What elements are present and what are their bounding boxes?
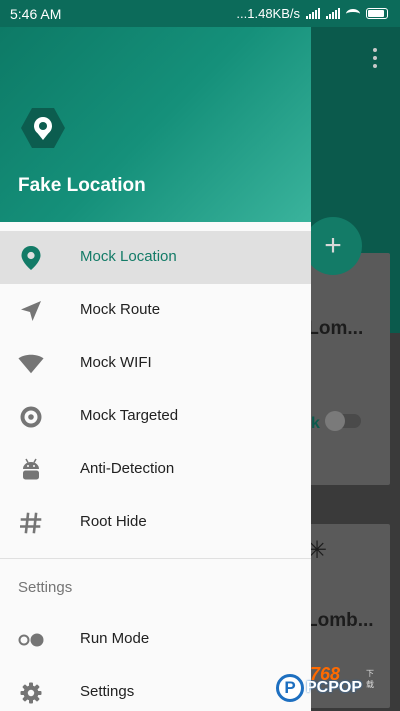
android-icon bbox=[18, 458, 44, 482]
background-card-title: Lomb... bbox=[306, 610, 374, 631]
nav-item-label: Settings bbox=[80, 683, 135, 700]
hash-icon bbox=[18, 511, 44, 535]
nav-item-label: Mock Route bbox=[80, 301, 161, 318]
wifi-icon bbox=[18, 352, 44, 376]
target-icon bbox=[18, 405, 44, 429]
status-time: 5:46 AM bbox=[10, 5, 62, 22]
nav-item-mock-location[interactable]: Mock Location bbox=[0, 231, 311, 284]
battery-icon bbox=[366, 8, 388, 19]
battery-fill bbox=[368, 10, 385, 17]
section-divider bbox=[0, 558, 311, 559]
wifi-status-icon bbox=[346, 8, 360, 19]
watermark-logo: P bbox=[276, 674, 304, 702]
location-pin-icon bbox=[18, 246, 44, 270]
nav-item-anti-detection[interactable]: Anti-Detection bbox=[0, 443, 311, 496]
add-fab-button[interactable]: + bbox=[304, 217, 362, 275]
status-bar: 5:46 AM ...1.48KB/s bbox=[0, 0, 400, 27]
nav-item-mock-route[interactable]: Mock Route bbox=[0, 284, 311, 337]
background-card-title: .Lom... bbox=[302, 318, 364, 339]
status-indicators: ...1.48KB/s bbox=[236, 6, 388, 21]
nav-item-run-mode[interactable]: Run Mode bbox=[0, 613, 311, 666]
app-logo-icon bbox=[21, 108, 65, 148]
nav-item-mock-targeted[interactable]: Mock Targeted bbox=[0, 390, 311, 443]
gear-icon bbox=[18, 681, 44, 705]
background-card-link: k bbox=[311, 415, 320, 432]
overflow-menu-icon[interactable] bbox=[372, 48, 378, 68]
background-card bbox=[298, 253, 390, 485]
nav-item-label: Run Mode bbox=[80, 630, 150, 647]
nav-item-label: Root Hide bbox=[80, 513, 147, 530]
nav-item-label: Mock Targeted bbox=[80, 407, 179, 424]
toggle-dots-icon bbox=[18, 628, 44, 652]
navigation-drawer: Fake Location Mock Location Mock Route M… bbox=[0, 27, 311, 711]
settings-section-title: Settings bbox=[18, 579, 73, 596]
nav-item-root-hide[interactable]: Root Hide bbox=[0, 496, 311, 549]
signal-2-icon bbox=[326, 8, 340, 19]
watermark-sub: 下载 bbox=[366, 669, 374, 689]
drawer-header: Fake Location bbox=[0, 27, 311, 222]
app-title: Fake Location bbox=[18, 175, 146, 196]
nav-item-mock-wifi[interactable]: Mock WIFI bbox=[0, 337, 311, 390]
nav-item-label: Mock Location bbox=[80, 248, 177, 265]
network-speed: ...1.48KB/s bbox=[236, 6, 300, 21]
nav-item-label: Mock WIFI bbox=[80, 354, 152, 371]
watermark: P PCPOP 768 下载 bbox=[276, 664, 374, 702]
navigation-arrow-icon bbox=[18, 299, 44, 323]
background-toggle[interactable] bbox=[325, 411, 361, 431]
watermark-number: 768 bbox=[310, 664, 341, 684]
signal-icon bbox=[306, 8, 320, 19]
nav-item-settings[interactable]: Settings bbox=[0, 666, 311, 711]
nav-item-label: Anti-Detection bbox=[80, 460, 175, 477]
